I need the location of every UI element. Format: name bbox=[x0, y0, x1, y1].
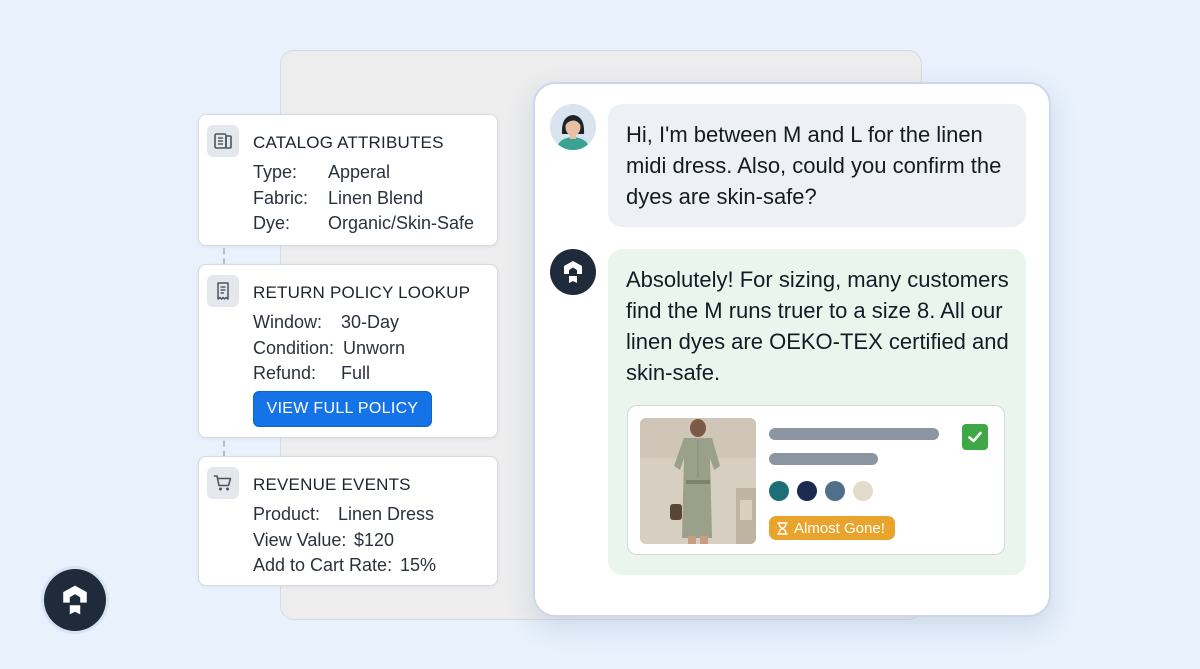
product-card[interactable]: Almost Gone! bbox=[627, 405, 1005, 555]
policy-label: Window: bbox=[253, 312, 323, 332]
revenue-label: Product: bbox=[253, 504, 321, 524]
card-title: CATALOG ATTRIBUTES bbox=[253, 133, 444, 152]
user-message-text: Hi, I'm between M and L for the linen mi… bbox=[626, 122, 1002, 209]
stock-badge-label: Almost Gone! bbox=[794, 519, 885, 537]
attribute-value: Organic/Skin-Safe bbox=[328, 213, 475, 233]
policy-value: Unworn bbox=[343, 337, 406, 358]
user-message-bubble: Hi, I'm between M and L for the linen mi… bbox=[608, 104, 1026, 227]
card-title: RETURN POLICY LOOKUP bbox=[253, 283, 471, 302]
stock-badge: Almost Gone! bbox=[769, 516, 895, 540]
color-swatch[interactable] bbox=[769, 481, 789, 501]
revenue-row: Add to Cart Rate: 15% bbox=[253, 553, 436, 579]
policy-value: Full bbox=[341, 363, 371, 383]
revenue-value: 15% bbox=[400, 555, 437, 575]
policy-row: Condition: Unworn bbox=[253, 336, 405, 362]
color-swatch[interactable] bbox=[825, 481, 845, 501]
attribute-row: Type: Apperal bbox=[253, 160, 474, 186]
product-title-placeholder bbox=[769, 428, 939, 440]
product-subtitle-placeholder bbox=[769, 453, 878, 465]
brand-logo bbox=[44, 569, 106, 631]
attribute-label: Type: bbox=[253, 162, 298, 182]
bot-avatar bbox=[550, 249, 596, 295]
policy-value: 30-Day bbox=[341, 312, 400, 332]
brand-logo-icon bbox=[564, 261, 582, 283]
catalog-attributes-card: CATALOG ATTRIBUTES Type: Apperal Fabric: L… bbox=[198, 114, 498, 246]
revenue-label: View Value: bbox=[253, 529, 347, 550]
policy-label: Condition: bbox=[253, 337, 335, 358]
product-image bbox=[640, 418, 756, 544]
revenue-events-card: REVENUE EVENTS Product: Linen Dress View … bbox=[198, 456, 498, 586]
attribute-row: Fabric: Linen Blend bbox=[253, 186, 474, 212]
receipt-icon bbox=[207, 275, 239, 307]
attribute-row: Dye: Organic/Skin-Safe bbox=[253, 211, 474, 237]
attribute-value: Apperal bbox=[328, 162, 391, 182]
user-avatar bbox=[550, 104, 596, 150]
revenue-value: Linen Dress bbox=[338, 504, 435, 524]
revenue-label: Add to Cart Rate: bbox=[253, 555, 393, 575]
brand-logo-icon bbox=[63, 585, 87, 615]
attribute-value: Linen Blend bbox=[328, 187, 424, 208]
revenue-row: Product: Linen Dress bbox=[253, 502, 436, 528]
card-title: REVENUE EVENTS bbox=[253, 475, 411, 494]
view-full-policy-button[interactable]: VIEW FULL POLICY bbox=[253, 391, 432, 427]
attribute-label: Fabric: bbox=[253, 187, 309, 208]
color-swatch[interactable] bbox=[797, 481, 817, 501]
policy-row: Refund: Full bbox=[253, 361, 405, 387]
attribute-label: Dye: bbox=[253, 213, 291, 233]
hourglass-icon bbox=[777, 521, 788, 535]
policy-label: Refund: bbox=[253, 363, 317, 383]
catalog-icon bbox=[207, 125, 239, 157]
check-icon[interactable] bbox=[962, 424, 988, 450]
revenue-row: View Value: $120 bbox=[253, 528, 436, 554]
revenue-value: $120 bbox=[354, 529, 395, 550]
policy-row: Window: 30-Day bbox=[253, 310, 405, 336]
bot-message-text: Absolutely! For sizing, many customers f… bbox=[626, 267, 1009, 385]
color-swatch[interactable] bbox=[853, 481, 873, 501]
cart-icon bbox=[207, 467, 239, 499]
return-policy-card: RETURN POLICY LOOKUP Window: 30-Day Condi… bbox=[198, 264, 498, 438]
